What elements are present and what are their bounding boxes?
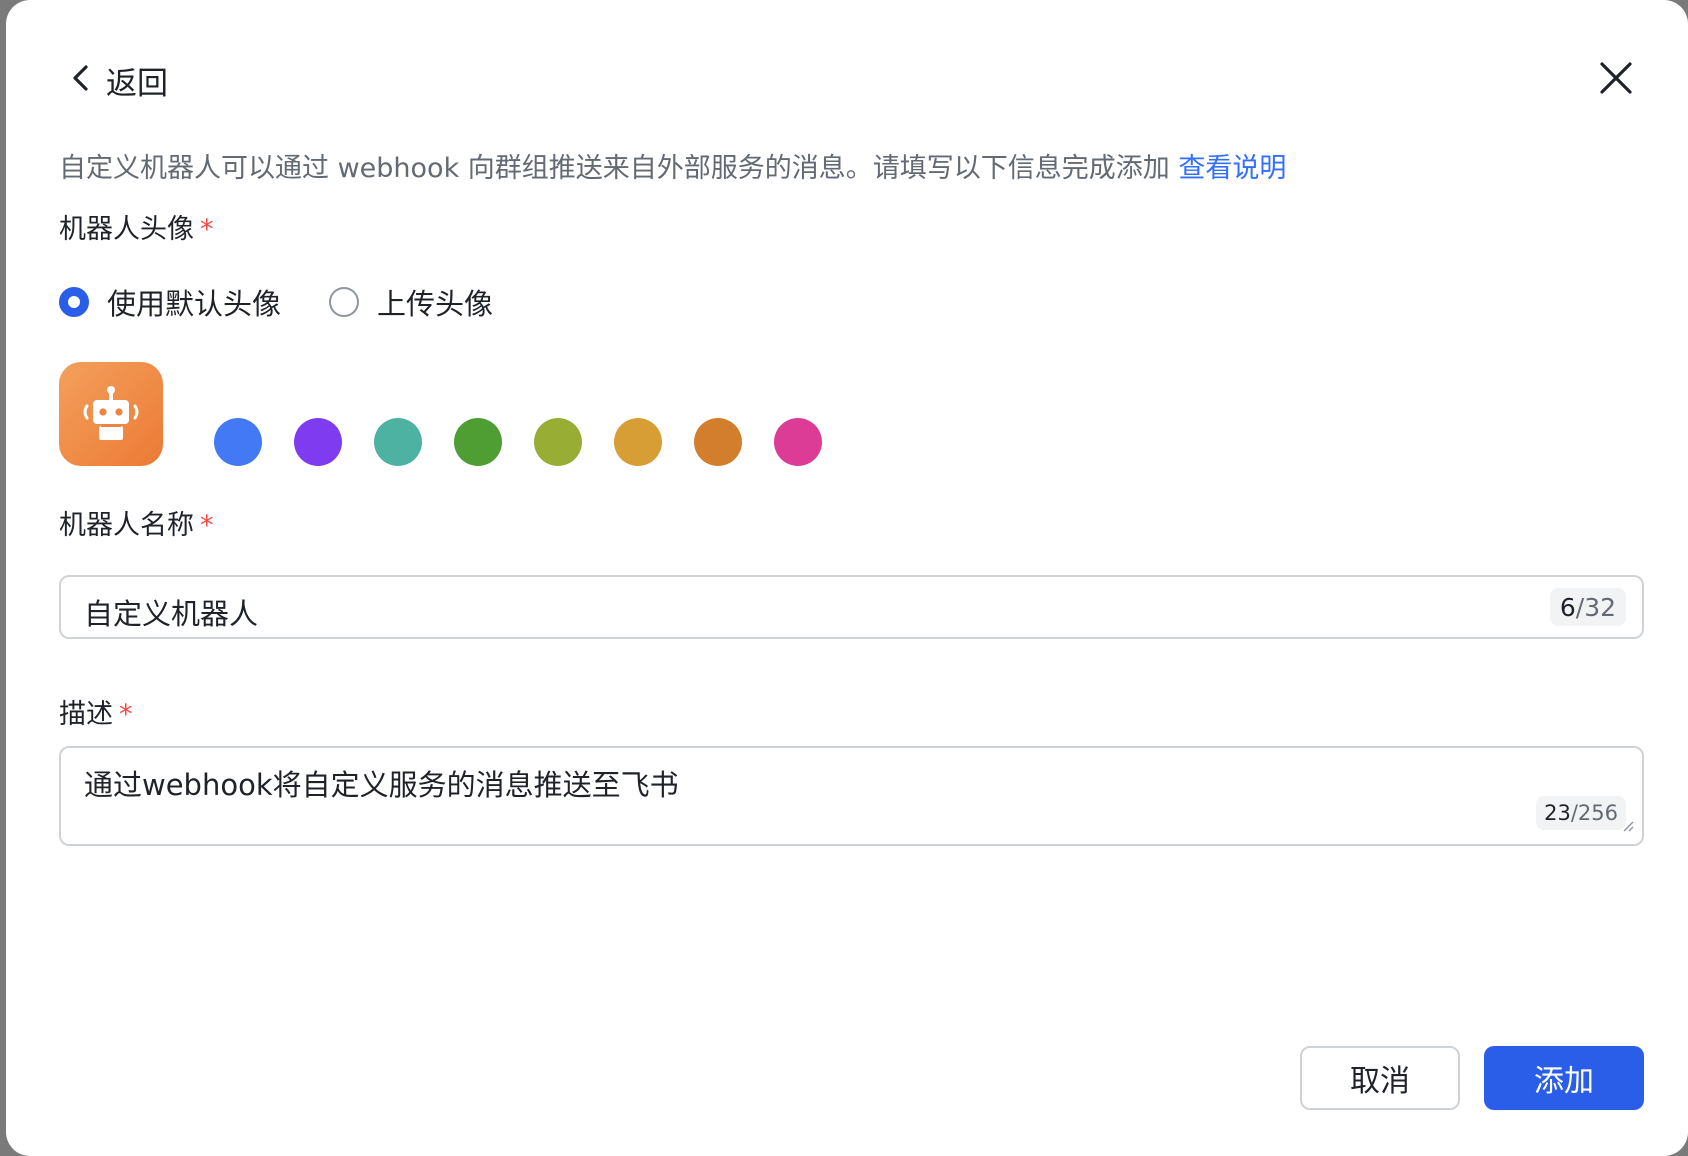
radio-default-avatar-label: 使用默认头像 — [107, 287, 282, 321]
bot-name-value[interactable]: 自定义机器人 — [84, 591, 258, 633]
radio-upload-avatar-label: 上传头像 — [377, 287, 494, 321]
view-docs-link[interactable]: 查看说明 — [1178, 153, 1286, 184]
name-label: 机器人名称 * — [59, 503, 214, 542]
description-label: 描述 * — [59, 692, 133, 731]
intro-description: 自定义机器人可以通过 webhook 向群组推送来自外部服务的消息。请填写以下信… — [59, 153, 1170, 184]
back-label: 返回 — [106, 65, 168, 102]
required-mark: * — [200, 214, 214, 245]
back-button[interactable]: 返回 — [70, 58, 168, 102]
add-bot-dialog: 返回 自定义机器人可以通过 webhook 向群组推送来自外部服务的消息。请填写… — [6, 0, 1688, 1156]
bot-avatar-preview — [59, 362, 163, 466]
name-count-max: /32 — [1575, 592, 1616, 622]
avatar-label-text: 机器人头像 — [59, 214, 194, 245]
chevron-left-icon — [70, 63, 92, 97]
description-value[interactable]: 通过webhook将自定义服务的消息推送至飞书 — [84, 762, 679, 804]
description-count-max: /256 — [1570, 801, 1618, 825]
name-count-current: 6 — [1559, 592, 1576, 622]
avatar-label: 机器人头像 * — [59, 207, 214, 246]
color-swatch-gold[interactable] — [614, 418, 662, 466]
radio-upload-avatar[interactable]: 上传头像 — [329, 281, 493, 323]
required-mark: * — [119, 699, 133, 730]
name-label-text: 机器人名称 — [59, 510, 194, 541]
color-swatch-purple[interactable] — [294, 418, 342, 466]
robot-icon — [83, 386, 139, 440]
intro-text: 自定义机器人可以通过 webhook 向群组推送来自外部服务的消息。请填写以下信… — [59, 146, 1286, 185]
bot-name-input[interactable]: 自定义机器人 6/32 — [59, 575, 1644, 639]
close-icon[interactable] — [1596, 58, 1636, 98]
avatar-radio-group: 使用默认头像 上传头像 — [59, 282, 541, 322]
avatar-color-swatches — [214, 418, 822, 466]
name-char-counter: 6/32 — [1549, 588, 1626, 626]
description-char-counter: 23/256 — [1536, 796, 1626, 830]
add-button[interactable]: 添加 — [1484, 1046, 1644, 1110]
description-label-text: 描述 — [59, 699, 113, 730]
color-swatch-olive[interactable] — [534, 418, 582, 466]
color-swatch-blue[interactable] — [214, 418, 262, 466]
color-swatch-pink[interactable] — [774, 418, 822, 466]
color-swatch-orange[interactable] — [694, 418, 742, 466]
resize-handle-icon[interactable] — [1620, 817, 1634, 836]
cancel-button[interactable]: 取消 — [1300, 1046, 1460, 1110]
radio-default-avatar[interactable]: 使用默认头像 — [59, 281, 281, 323]
radio-unchecked-icon[interactable] — [329, 287, 360, 317]
radio-checked-icon[interactable] — [59, 287, 89, 317]
required-mark: * — [200, 510, 214, 541]
description-count-current: 23 — [1544, 801, 1571, 825]
description-textarea[interactable]: 通过webhook将自定义服务的消息推送至飞书 23/256 — [59, 746, 1644, 846]
color-swatch-teal[interactable] — [374, 418, 422, 466]
color-swatch-green[interactable] — [454, 418, 502, 466]
